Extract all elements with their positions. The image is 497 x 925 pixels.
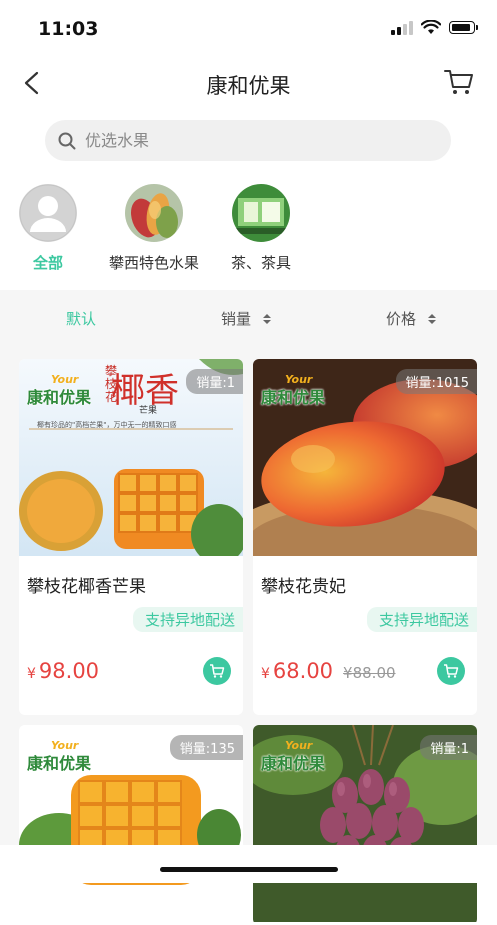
bottom-safe-area — [0, 845, 497, 883]
original-price: ¥88.00 — [343, 664, 396, 682]
user-placeholder-icon — [19, 184, 77, 242]
sort-default[interactable]: 默认 — [66, 308, 96, 329]
status-bar: 11:03 — [0, 0, 497, 58]
category-row: 全部 攀西特色水果 茶、茶具 — [0, 184, 497, 274]
search-icon — [58, 132, 76, 149]
status-icons — [391, 20, 478, 35]
wifi-icon — [421, 20, 441, 34]
sales-badge: 销量:1 — [420, 735, 477, 760]
sales-badge: 销量:1015 — [395, 369, 477, 394]
search-bar[interactable] — [45, 120, 451, 161]
delivery-tag: 支持异地配送 — [132, 607, 243, 632]
search-input[interactable] — [83, 130, 407, 151]
category-label: 攀西特色水果 — [108, 254, 199, 272]
product-price: ¥ 98.00 — [27, 659, 100, 683]
product-card[interactable]: Your 康和优果 销量:135 — [19, 725, 243, 925]
cart-icon — [210, 664, 225, 678]
brand-logo: Your 康和优果 — [261, 739, 326, 773]
category-panxi-fruit[interactable]: 攀西特色水果 — [108, 184, 200, 273]
category-image — [232, 184, 290, 242]
sort-default-label: 默认 — [66, 310, 97, 328]
avatar — [19, 184, 77, 242]
add-to-cart-button[interactable] — [437, 657, 465, 685]
sort-price[interactable]: 价格 — [386, 308, 437, 329]
sort-sales[interactable]: 销量 — [221, 308, 272, 329]
sort-arrows-icon — [428, 313, 437, 324]
category-label: 全部 — [32, 254, 63, 272]
product-price: ¥ 68.00 ¥88.00 — [261, 659, 396, 683]
brand-logo: Your 康和优果 — [261, 373, 326, 407]
product-grid: 攀枝花 椰香 芒果 椰有珍品的"高档芒果"，万中无一的精致口感 Your 康和优… — [0, 346, 497, 925]
delivery-tag: 支持异地配送 — [366, 607, 477, 632]
brand-logo: Your 康和优果 — [27, 373, 92, 407]
sort-sales-label: 销量 — [221, 310, 252, 328]
page-title: 康和优果 — [206, 74, 291, 98]
signal-icon — [391, 20, 413, 35]
add-to-cart-button[interactable] — [203, 657, 231, 685]
sales-badge: 销量:1 — [186, 369, 243, 394]
battery-icon — [449, 21, 478, 34]
nav-bar: 康和优果 — [0, 58, 497, 110]
product-card[interactable]: Your 康和优果 销量:1015 攀枝花贵妃 支持异地配送 ¥ 68.00 ¥… — [253, 359, 477, 715]
home-indicator[interactable] — [160, 867, 338, 872]
cart-icon[interactable] — [443, 66, 475, 98]
product-card[interactable]: 攀枝花 椰香 芒果 椰有珍品的"高档芒果"，万中无一的精致口感 Your 康和优… — [19, 359, 243, 715]
sort-bar: 默认 销量 价格 — [0, 290, 497, 346]
sales-badge: 销量:135 — [169, 735, 243, 760]
brand-logo: Your 康和优果 — [27, 739, 92, 773]
product-card[interactable]: Your 康和优果 销量:1 — [253, 725, 477, 925]
status-time: 11:03 — [38, 18, 99, 40]
poster-sub: 芒果 — [139, 406, 158, 416]
sort-arrows-icon — [263, 313, 272, 324]
product-name: 攀枝花贵妃 — [261, 577, 346, 597]
category-tea[interactable]: 茶、茶具 — [229, 184, 293, 273]
cart-icon — [444, 664, 459, 678]
category-label: 茶、茶具 — [230, 254, 291, 272]
product-name: 攀枝花椰香芒果 — [27, 577, 146, 597]
poster-line: 椰有珍品的"高档芒果"，万中无一的精致口感 — [37, 421, 177, 429]
category-image — [125, 184, 183, 242]
sort-price-label: 价格 — [386, 310, 417, 328]
category-all[interactable]: 全部 — [19, 184, 77, 273]
